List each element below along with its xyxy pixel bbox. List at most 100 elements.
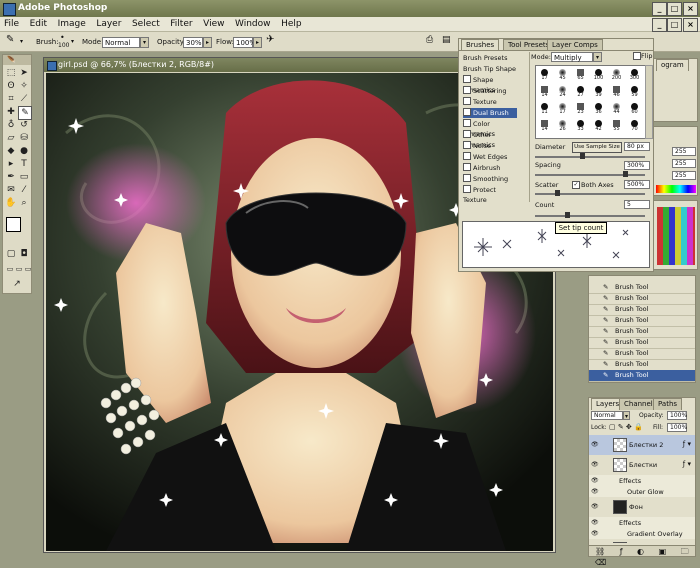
file-browser-icon[interactable]: ▤ (442, 34, 451, 46)
color-spectrum-bar[interactable] (656, 185, 696, 193)
print-icon[interactable]: ⎙ (426, 34, 433, 46)
brush-option-shape-dynamics[interactable]: Shape Dynamics (463, 75, 517, 94)
foreground-color-swatch[interactable] (6, 217, 21, 232)
brush-tip-grid[interactable]: 17 45 65 100 200 300 14 24 27 39 46 59 11 17 23 36 44 60 1… (535, 65, 647, 139)
menu-window[interactable]: Window (231, 17, 275, 32)
brush-tip[interactable]: 23 (575, 102, 586, 115)
color-g-field[interactable]: 255 (672, 159, 696, 168)
brush-tip[interactable]: 27 (575, 85, 586, 98)
hand-tool-icon[interactable]: ✋ (5, 197, 17, 209)
flow-field[interactable]: 100% (233, 37, 256, 48)
shape-tool-icon[interactable]: ▭ (18, 171, 30, 183)
both-axes-checkbox[interactable]: ✓ (572, 181, 580, 189)
brush-tip[interactable]: 36 (593, 102, 604, 115)
doc-minimize-button[interactable]: _ (652, 18, 667, 32)
slice-tool-icon[interactable]: ⟋ (18, 93, 30, 105)
brush-tip[interactable]: 14 (539, 85, 550, 98)
menu-select[interactable]: Select (128, 17, 164, 32)
opacity-field[interactable]: 30% (183, 37, 203, 48)
layer-visibility-eye-icon[interactable]: 👁 (591, 503, 599, 510)
diameter-field[interactable]: 80 px (624, 142, 650, 151)
use-sample-size-button[interactable]: Use Sample Size (572, 142, 622, 153)
flip-checkbox[interactable] (633, 52, 641, 60)
zoom-tool-icon[interactable]: ⌕ (18, 197, 30, 209)
brush-tip[interactable]: 60 (629, 102, 640, 115)
brush-tip[interactable]: 46 (611, 85, 622, 98)
maximize-button[interactable]: □ (667, 2, 682, 16)
brush-option-dual-brush[interactable]: Dual Brush (463, 108, 517, 118)
diameter-slider[interactable] (535, 153, 645, 159)
path-selection-tool-icon[interactable]: ▸ (5, 158, 17, 170)
layer-row-layer[interactable]: 👁 Блестки ƒ ▾ (589, 455, 695, 476)
layer-visibility-eye-icon[interactable]: 👁 (591, 461, 599, 468)
brush-option-wet-edges[interactable]: Wet Edges (463, 152, 517, 162)
crop-tool-icon[interactable]: ⌗ (5, 93, 17, 105)
tip-grid-scrollbar[interactable] (645, 65, 653, 139)
history-brush-tool-icon[interactable]: ↺ (18, 119, 30, 131)
brush-tip[interactable]: 24 (557, 85, 568, 98)
scatter-slider[interactable] (535, 190, 645, 196)
brush-option-checkbox[interactable] (463, 130, 471, 138)
clone-stamp-tool-icon[interactable]: ♁ (5, 119, 17, 131)
airbrush-icon[interactable]: ✈ (266, 34, 274, 46)
brush-tip[interactable]: 14 (539, 119, 550, 132)
spacing-slider[interactable] (535, 171, 645, 177)
brush-tip[interactable]: 44 (611, 102, 622, 115)
flow-slider-arrow-icon[interactable]: ▸ (253, 37, 262, 48)
layer-visibility-eye-icon[interactable]: 👁 (591, 477, 599, 484)
minimize-button[interactable]: _ (652, 2, 667, 16)
eyedropper-tool-icon[interactable]: ⁄ (18, 184, 30, 196)
layer-row-layer[interactable]: 👁 Фон (589, 497, 695, 518)
layer-opacity-field[interactable]: 100% (667, 411, 687, 420)
blur-tool-icon[interactable]: ◆ (5, 145, 17, 157)
brush-option-airbrush[interactable]: Airbrush (463, 163, 517, 173)
layer-row-layer[interactable]: 👁Подсветка 2 (589, 539, 695, 543)
brush-option-noise[interactable]: Noise (463, 141, 517, 151)
magic-wand-tool-icon[interactable]: ✧ (18, 80, 30, 92)
brush-tip[interactable]: 100 (593, 68, 604, 81)
menu-help[interactable]: Help (277, 17, 306, 32)
brush-tip[interactable]: 39 (593, 85, 604, 98)
brush-tool-icon[interactable]: ✎ (6, 34, 14, 46)
brush-option-checkbox[interactable] (463, 108, 471, 116)
brush-tip[interactable]: 17 (539, 68, 550, 81)
layer-row-layer[interactable]: 👁 Блестки 2 ƒ ▾ (589, 435, 695, 456)
brush-tip[interactable]: 42 (593, 119, 604, 132)
menu-edit[interactable]: Edit (26, 17, 51, 32)
brush-tip[interactable]: 45 (557, 68, 568, 81)
doc-restore-button[interactable]: □ (667, 18, 682, 32)
brush-option-checkbox[interactable] (463, 163, 471, 171)
layer-effects-icon[interactable]: ƒ ▾ (683, 440, 691, 448)
lock-icons[interactable]: ▢ ✎ ✥ 🔒 (609, 423, 643, 431)
brush-tip[interactable]: 65 (575, 68, 586, 81)
brush-tip[interactable]: 11 (539, 102, 550, 115)
close-button[interactable]: × (683, 2, 698, 16)
dodge-tool-icon[interactable]: ● (18, 145, 30, 157)
brush-tip[interactable]: 33 (575, 119, 586, 132)
brush-option-brush-presets[interactable]: Brush Presets (463, 53, 517, 63)
count-slider[interactable] (535, 212, 645, 218)
color-b-field[interactable]: 255 (672, 171, 696, 180)
type-tool-icon[interactable]: T (18, 158, 30, 170)
brush-mode-arrow-icon[interactable]: ▾ (593, 52, 602, 62)
layer-visibility-eye-icon[interactable]: 👁 (591, 441, 599, 448)
brush-option-brush-tip-shape[interactable]: Brush Tip Shape (463, 64, 517, 74)
brush-option-checkbox[interactable] (463, 97, 471, 105)
brush-option-checkbox[interactable] (463, 75, 471, 83)
count-field[interactable]: 5 (624, 200, 650, 209)
spacing-field[interactable]: 300% (624, 161, 650, 170)
brush-tool-selected-icon[interactable]: ✎ (18, 106, 32, 120)
layer-visibility-eye-icon[interactable]: 👁 (591, 519, 599, 526)
layer-visibility-eye-icon[interactable]: 👁 (591, 488, 599, 495)
brush-tip[interactable]: 300 (629, 68, 640, 81)
notes-tool-icon[interactable]: ✉ (5, 184, 17, 196)
layers-bottom-toolbar[interactable]: ⛓ ƒ ◐ ▣ 🗀 ⌫ (589, 545, 695, 567)
brush-option-checkbox[interactable] (463, 185, 471, 193)
fill-field[interactable]: 100% (667, 423, 687, 432)
move-tool-icon[interactable]: ➤ (18, 67, 30, 79)
menu-view[interactable]: View (199, 17, 228, 32)
paint-bucket-tool-icon[interactable]: ⛁ (18, 132, 30, 144)
history-state[interactable]: ✎ Brush Tool (589, 370, 695, 382)
screen-mode-full-icon[interactable]: ▭ (22, 263, 34, 275)
pen-tool-icon[interactable]: ✒ (5, 171, 17, 183)
